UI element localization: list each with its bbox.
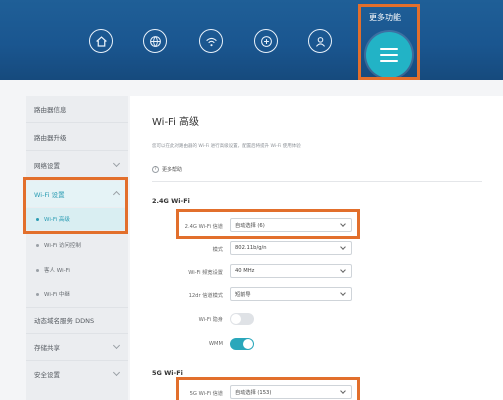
sidebar-item-wifi-repeater[interactable]: Wi-Fi 中继	[26, 283, 128, 305]
top-header: 更多功能	[0, 0, 503, 80]
sidebar: 路由器信息 路由器升级 网络设置 Wi-Fi 设置 Wi-Fi 高级 Wi-Fi…	[26, 96, 128, 400]
bullet-icon	[36, 269, 39, 272]
select-2g-mode[interactable]: 802.11b/g/n	[230, 241, 352, 255]
bullet-icon	[36, 293, 39, 296]
main-panel: Wi-Fi 高级 您可以在此对路由器的 Wi-Fi 进行高级设置，配置后将提升 …	[130, 96, 503, 400]
home-icon[interactable]	[89, 29, 113, 53]
sidebar-item-ddns[interactable]: 动态域名服务 DDNS	[26, 307, 128, 333]
label-2g-mode: 模式	[212, 247, 223, 253]
chevron-down-icon	[112, 368, 121, 377]
user-icon[interactable]	[308, 29, 332, 53]
help-icon: ?	[152, 166, 159, 173]
highlight-5g-channel	[176, 377, 360, 400]
bullet-icon	[36, 244, 39, 247]
toggle-wifi-hidden[interactable]	[230, 313, 254, 325]
sidebar-item-network-settings[interactable]: 网络设置	[26, 152, 128, 178]
wifi-icon[interactable]	[199, 29, 223, 53]
sidebar-item-router-upgrade[interactable]: 路由器升级	[26, 124, 128, 150]
section-title-2g: 2.4G Wi-Fi	[152, 197, 190, 205]
toggle-wmm[interactable]	[230, 338, 254, 350]
label-2g-bandwidth: Wi-Fi 频宽设置	[188, 270, 223, 276]
help-link[interactable]: ? 更多帮助	[152, 166, 182, 173]
label-2g-preamble: 12dr 信道模式	[188, 293, 223, 299]
page-title: Wi-Fi 高级	[152, 117, 200, 128]
section-title-5g: 5G Wi-Fi	[152, 369, 183, 377]
label-wifi-hidden: Wi-Fi 隐身	[198, 317, 223, 323]
select-2g-preamble[interactable]: 短前导	[230, 287, 352, 301]
sidebar-item-security-settings[interactable]: 安全设置	[26, 361, 128, 387]
globe-icon[interactable]	[143, 29, 167, 53]
chevron-down-icon	[340, 244, 346, 250]
divider	[152, 181, 482, 182]
sidebar-item-guest-wifi[interactable]: 客人 Wi-Fi	[26, 259, 128, 281]
page-description: 您可以在此对路由器的 Wi-Fi 进行高级设置，配置后将提升 Wi-Fi 使用体…	[152, 144, 301, 149]
highlight-wifi-settings	[23, 177, 128, 234]
device-icon[interactable]	[254, 29, 278, 53]
select-2g-bandwidth[interactable]: 40 MHz	[230, 264, 352, 278]
label-wmm: WMM	[208, 341, 223, 347]
sidebar-item-router-info[interactable]: 路由器信息	[26, 96, 128, 122]
sidebar-item-wifi-access-control[interactable]: Wi-Fi 访问控制	[26, 234, 128, 256]
chevron-down-icon	[112, 159, 121, 168]
highlight-2g-channel	[176, 209, 360, 239]
chevron-down-icon	[340, 267, 346, 273]
chevron-down-icon	[112, 341, 121, 350]
sidebar-item-storage-sharing[interactable]: 存储共享	[26, 334, 128, 360]
highlight-more-functions	[358, 4, 420, 80]
chevron-down-icon	[340, 290, 346, 296]
